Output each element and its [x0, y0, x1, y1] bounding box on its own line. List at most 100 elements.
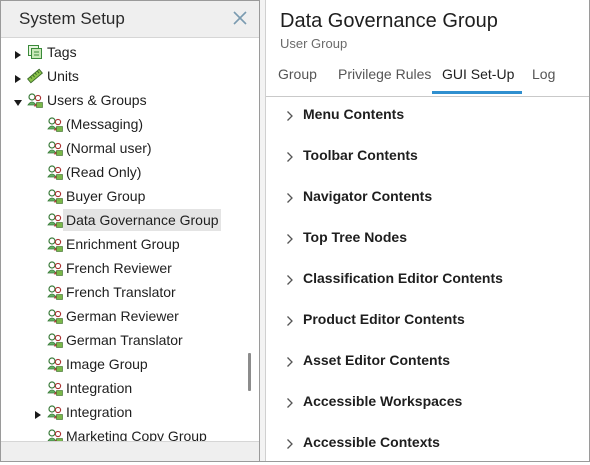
chevron-right-icon	[286, 273, 294, 285]
caret-right-icon[interactable]	[13, 71, 23, 83]
caret-down-icon[interactable]	[13, 95, 23, 106]
user-group-icon	[47, 356, 63, 372]
tree-item[interactable]: Image Group	[1, 353, 246, 375]
panel-footer	[1, 441, 259, 462]
collapsible-section[interactable]: Asset Editor Contents	[266, 342, 590, 383]
users-group-icon	[27, 93, 43, 108]
collapsible-section[interactable]: Accessible Workspaces	[266, 383, 590, 424]
tree-item[interactable]: (Normal user)	[1, 137, 246, 159]
chevron-right-icon	[286, 191, 294, 203]
chevron-right-icon	[286, 355, 294, 367]
tree-item-label: Units	[47, 68, 79, 84]
user-group-icon	[47, 332, 63, 348]
page-title: Data Governance Group	[280, 10, 498, 32]
chevron-right-icon	[286, 109, 294, 121]
tree-item-label: Data Governance Group	[66, 212, 219, 228]
tree-scrollbar[interactable]	[248, 353, 251, 391]
caret-right-icon[interactable]	[33, 407, 43, 419]
chevron-right-icon	[286, 396, 294, 408]
user-group-icon	[47, 260, 63, 276]
section-title: Classification Editor Contents	[303, 270, 503, 286]
user-group-icon	[47, 333, 63, 348]
collapsible-section[interactable]: Accessible Contexts	[266, 424, 590, 465]
tab-gui-set-up[interactable]: GUI Set-Up	[442, 66, 514, 82]
tab-bar: Group Privilege Rules GUI Set-Up Log	[266, 60, 590, 97]
tree-item[interactable]: French Reviewer	[1, 257, 246, 279]
user-group-icon	[47, 141, 63, 156]
tree-item[interactable]: Integration	[1, 401, 246, 423]
close-icon[interactable]	[231, 9, 249, 27]
section-title: Top Tree Nodes	[303, 229, 407, 245]
tree-item-label: Users & Groups	[47, 92, 147, 108]
tree-item[interactable]: German Translator	[1, 329, 246, 351]
user-group-icon	[47, 189, 63, 204]
user-group-icon	[47, 308, 63, 324]
units-icon	[27, 68, 43, 84]
page-subtitle: User Group	[280, 36, 348, 51]
system-setup-panel: System Setup Tags Units Users & Groups (Mes…	[0, 0, 260, 462]
tree-item[interactable]: French Translator	[1, 281, 246, 303]
section-title: Asset Editor Contents	[303, 352, 451, 368]
chevron-right-icon	[286, 437, 294, 449]
section-title: Toolbar Contents	[303, 147, 418, 163]
collapsible-section[interactable]: Product Editor Contents	[266, 301, 590, 342]
user-group-icon	[47, 309, 63, 324]
user-group-icon	[47, 261, 63, 276]
tree-item[interactable]: Enrichment Group	[1, 233, 246, 255]
user-group-icon	[47, 165, 63, 180]
tree-item-label: French Reviewer	[66, 260, 172, 276]
tree-item[interactable]: (Read Only)	[1, 161, 246, 183]
user-group-icon	[47, 117, 63, 132]
user-group-icon	[47, 212, 63, 228]
section-title: Product Editor Contents	[303, 311, 465, 327]
chevron-right-icon	[286, 150, 294, 162]
tree-item[interactable]: Data Governance Group	[1, 209, 246, 231]
panel-header: System Setup	[1, 1, 259, 38]
tree-item[interactable]: Users & Groups	[1, 89, 246, 111]
tree-item[interactable]: Tags	[1, 41, 246, 63]
tree-item[interactable]: Buyer Group	[1, 185, 246, 207]
setup-tree: Tags Units Users & Groups (Messaging) (Norma…	[1, 39, 259, 444]
user-group-icon	[47, 284, 63, 300]
tree-item-label: (Normal user)	[66, 140, 152, 156]
caret-right-icon[interactable]	[13, 47, 23, 59]
tree-item[interactable]: Integration	[1, 377, 246, 399]
tab-log[interactable]: Log	[532, 66, 555, 82]
user-group-icon	[47, 404, 63, 420]
user-group-icon	[47, 140, 63, 156]
tree-item-label: German Reviewer	[66, 308, 179, 324]
collapsible-section[interactable]: Navigator Contents	[266, 178, 590, 219]
user-group-icon	[47, 237, 63, 252]
user-group-icon	[47, 381, 63, 396]
tree-item-label: Enrichment Group	[66, 236, 180, 252]
user-group-icon	[47, 357, 63, 372]
tree-item-label: French Translator	[66, 284, 176, 300]
tree-item[interactable]: German Reviewer	[1, 305, 246, 327]
tree-item-label: Integration	[66, 404, 133, 420]
chevron-right-icon	[286, 232, 294, 244]
tab-privilege-rules[interactable]: Privilege Rules	[338, 66, 431, 82]
section-title: Navigator Contents	[303, 188, 433, 204]
tree-item-label: (Messaging)	[66, 116, 144, 132]
collapsible-section[interactable]: Classification Editor Contents	[266, 260, 590, 301]
user-group-icon	[47, 213, 63, 228]
collapsible-section[interactable]: Toolbar Contents	[266, 137, 590, 178]
user-group-icon	[47, 116, 63, 132]
user-group-icon	[47, 405, 63, 420]
collapsible-section[interactable]: Menu Contents	[266, 96, 590, 137]
tree-item[interactable]: Units	[1, 65, 246, 87]
section-title: Accessible Workspaces	[303, 393, 463, 409]
chevron-right-icon	[286, 314, 294, 326]
user-group-icon	[47, 380, 63, 396]
tags-icon	[27, 44, 43, 60]
active-tab-indicator	[432, 91, 522, 94]
user-group-icon	[47, 188, 63, 204]
tab-group[interactable]: Group	[278, 66, 317, 82]
collapsible-section[interactable]: Top Tree Nodes	[266, 219, 590, 260]
tree-item-label: Integration	[66, 380, 133, 396]
tree-item[interactable]: (Messaging)	[1, 113, 246, 135]
user-group-icon	[47, 164, 63, 180]
user-group-icon	[47, 236, 63, 252]
group-editor: Data Governance Group User Group Group Pr…	[266, 0, 590, 462]
tree-item-label: Buyer Group	[66, 188, 146, 204]
